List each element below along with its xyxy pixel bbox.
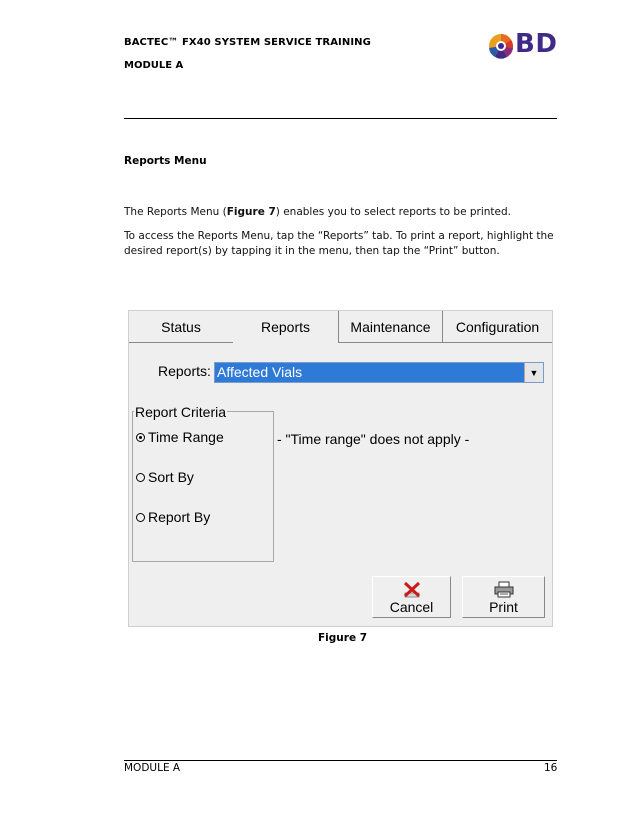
reports-selected-value: Affected Vials	[217, 364, 303, 380]
tab-configuration[interactable]: Configuration	[442, 311, 552, 343]
section-heading: Reports Menu	[124, 155, 207, 167]
figure-caption: Figure 7	[318, 632, 368, 644]
chevron-down-icon[interactable]: ▼	[524, 363, 543, 382]
tab-maintenance[interactable]: Maintenance	[338, 311, 442, 343]
print-label: Print	[489, 599, 518, 615]
bd-sunburst-icon	[489, 34, 514, 59]
print-button[interactable]: Print	[462, 576, 545, 618]
intro-paragraph: The Reports Menu (Figure 7) enables you …	[124, 206, 511, 218]
report-criteria-title: Report Criteria	[134, 404, 228, 420]
radio-unselected-icon	[136, 512, 145, 522]
radio-unselected-icon	[136, 472, 145, 482]
radio-selected-icon	[136, 432, 145, 442]
cancel-label: Cancel	[389, 599, 434, 615]
reports-label: Reports:	[158, 363, 211, 379]
tab-bar: Status Reports Maintenance Configuration	[129, 311, 552, 343]
document-title: BACTEC™ FX40 SYSTEM SERVICE TRAINING	[124, 37, 371, 48]
bd-logo: BD	[487, 29, 557, 60]
reports-menu-screenshot: Status Reports Maintenance Configuration…	[128, 310, 553, 627]
page-number: 16	[544, 762, 558, 774]
printer-icon	[494, 581, 513, 598]
radio-time-range[interactable]: Time Range	[136, 429, 224, 445]
instruction-line-2: desired report(s) by tapping it in the m…	[124, 245, 500, 257]
criteria-note: - "Time range" does not apply -	[277, 431, 470, 447]
footer-module: MODULE A	[124, 762, 181, 774]
radio-time-range-label: Time Range	[148, 429, 224, 445]
radio-sort-by-label: Sort By	[148, 469, 194, 485]
cancel-x-icon	[403, 581, 420, 598]
header-rule	[124, 118, 557, 119]
radio-report-by[interactable]: Report By	[136, 509, 210, 525]
figure-reference: Figure 7	[226, 206, 276, 218]
module-label: MODULE A	[124, 60, 184, 71]
reports-dropdown[interactable]: Affected Vials ▼	[214, 362, 544, 383]
instruction-line-1: To access the Reports Menu, tap the “Rep…	[124, 230, 554, 242]
tab-reports[interactable]: Reports	[233, 311, 338, 343]
tab-status[interactable]: Status	[129, 311, 233, 343]
bd-logo-text: BD	[515, 29, 558, 59]
footer-rule	[124, 760, 557, 761]
cancel-button[interactable]: Cancel	[372, 576, 451, 618]
radio-sort-by[interactable]: Sort By	[136, 469, 194, 485]
intro-text-b: ) enables you to select reports to be pr…	[275, 206, 512, 218]
radio-report-by-label: Report By	[148, 509, 211, 525]
intro-text-a: The Reports Menu (	[124, 206, 227, 218]
